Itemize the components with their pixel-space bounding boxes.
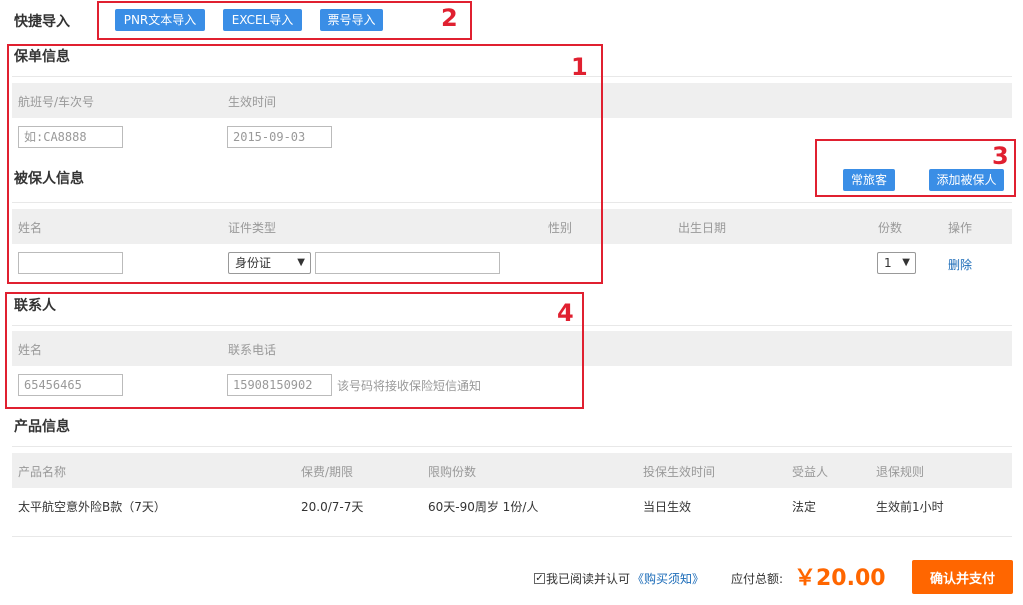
annotation-box-4 [5,292,584,409]
premium-term-cell: 20.0/7-7天 [301,500,364,514]
product-section-title: 产品信息 [14,419,70,435]
delete-insured-link[interactable]: 删除 [948,256,972,273]
annotation-number-2: 2 [441,4,458,32]
premium-term-column: 保费/期限 [301,465,354,479]
annotation-number-4: 4 [557,299,574,327]
beneficiary-cell: 法定 [792,500,817,514]
annotation-box-1 [7,44,603,284]
dropdown-arrow-icon: ▼ [902,257,910,268]
total-label: 应付总额: [731,572,784,586]
annotation-number-1: 1 [571,53,588,81]
refund-rule-column: 退保规则 [876,465,925,479]
total-amount: ￥20.00 [794,566,886,591]
annotation-box-3 [815,139,1016,197]
beneficiary-column: 受益人 [792,465,829,479]
action-column: 操作 [948,221,973,235]
agree-text: 我已阅读并认可 [546,572,631,586]
effective-time-column: 投保生效时间 [643,465,716,479]
effective-time-cell: 当日生效 [643,500,692,514]
copies-select[interactable]: 1 ▼ [877,252,916,274]
product-header-bar [12,453,1012,488]
agree-checkbox[interactable]: ✓ [534,573,545,584]
birth-date-column: 出生日期 [678,221,727,235]
copies-value: 1 [884,256,892,270]
annotation-box-2 [97,1,472,40]
purchase-limit-cell: 60天-90周岁 1份/人 [428,500,539,514]
product-bottom-divider [12,536,1012,537]
purchase-limit-column: 限购份数 [428,465,477,479]
product-name-column: 产品名称 [18,465,67,479]
quick-import-title: 快捷导入 [14,14,70,30]
annotation-number-3: 3 [992,142,1009,170]
confirm-pay-button[interactable]: 确认并支付 [912,560,1013,594]
product-name-cell: 太平航空意外险B款（7天） [18,500,166,514]
copies-column: 份数 [878,221,903,235]
product-divider [12,446,1012,447]
purchase-notice-link[interactable]: 《购买须知》 [632,570,704,587]
refund-rule-cell: 生效前1小时 [876,500,944,514]
